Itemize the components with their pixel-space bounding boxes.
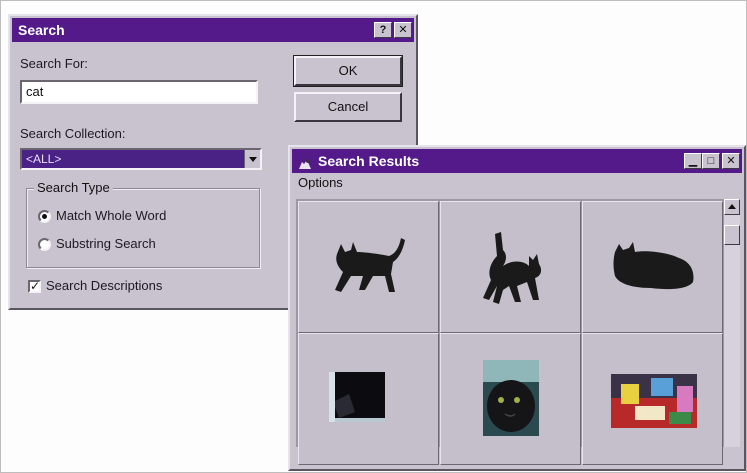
- search-for-label: Search For:: [20, 56, 88, 71]
- search-results-titlebar[interactable]: Search Results ▁ □ ✕: [292, 149, 742, 173]
- substring-search-radio[interactable]: [38, 238, 51, 251]
- match-whole-word-radio[interactable]: [38, 210, 51, 223]
- search-type-group: [26, 188, 260, 268]
- search-type-label: Search Type: [34, 180, 113, 195]
- chevron-up-icon: [728, 204, 736, 209]
- search-collection-label: Search Collection:: [20, 126, 126, 141]
- chevron-down-icon[interactable]: [244, 150, 260, 168]
- cat-walking-image: [335, 238, 405, 292]
- colorful-scene-photo: [611, 374, 697, 428]
- search-results-title: Search Results: [318, 153, 420, 169]
- scroll-thumb[interactable]: [724, 225, 740, 245]
- search-collection-value: <ALL>: [26, 152, 62, 166]
- results-close-button[interactable]: ✕: [722, 153, 740, 169]
- maximize-button[interactable]: □: [702, 153, 720, 169]
- ok-button[interactable]: OK: [293, 55, 403, 87]
- search-results-window: Search Results ▁ □ ✕ Options: [288, 145, 746, 471]
- results-menubar: Options: [292, 173, 742, 193]
- search-descriptions-checkbox[interactable]: ✓: [28, 280, 41, 293]
- pets-icon: [298, 154, 312, 169]
- result-thumbnail[interactable]: [440, 333, 581, 465]
- result-thumbnail[interactable]: [582, 201, 723, 333]
- result-thumbnail[interactable]: [298, 201, 439, 333]
- results-scrollbar[interactable]: [724, 199, 740, 447]
- cat-face-photo: [483, 360, 539, 436]
- result-thumbnail[interactable]: [440, 201, 581, 333]
- cat-lying-image: [613, 242, 694, 290]
- substring-search-label[interactable]: Substring Search: [56, 236, 156, 251]
- dark-cat-photo: [329, 372, 385, 422]
- search-dialog-titlebar[interactable]: Search ? ✕: [12, 18, 414, 42]
- cancel-button[interactable]: Cancel: [294, 92, 402, 122]
- scroll-up-button[interactable]: [724, 199, 740, 215]
- results-grid: [296, 199, 724, 465]
- result-thumbnail[interactable]: [298, 333, 439, 465]
- search-dialog-title: Search: [18, 22, 65, 38]
- minimize-button[interactable]: ▁: [684, 153, 702, 169]
- cat-arched-image: [483, 232, 542, 304]
- help-button[interactable]: ?: [374, 22, 392, 38]
- close-button[interactable]: ✕: [394, 22, 412, 38]
- match-whole-word-label[interactable]: Match Whole Word: [56, 208, 166, 223]
- search-for-input[interactable]: cat: [20, 80, 258, 104]
- search-collection-select[interactable]: <ALL>: [20, 148, 262, 170]
- result-thumbnail[interactable]: [582, 333, 723, 465]
- menu-options[interactable]: Options: [292, 175, 343, 190]
- search-descriptions-label[interactable]: Search Descriptions: [46, 278, 162, 293]
